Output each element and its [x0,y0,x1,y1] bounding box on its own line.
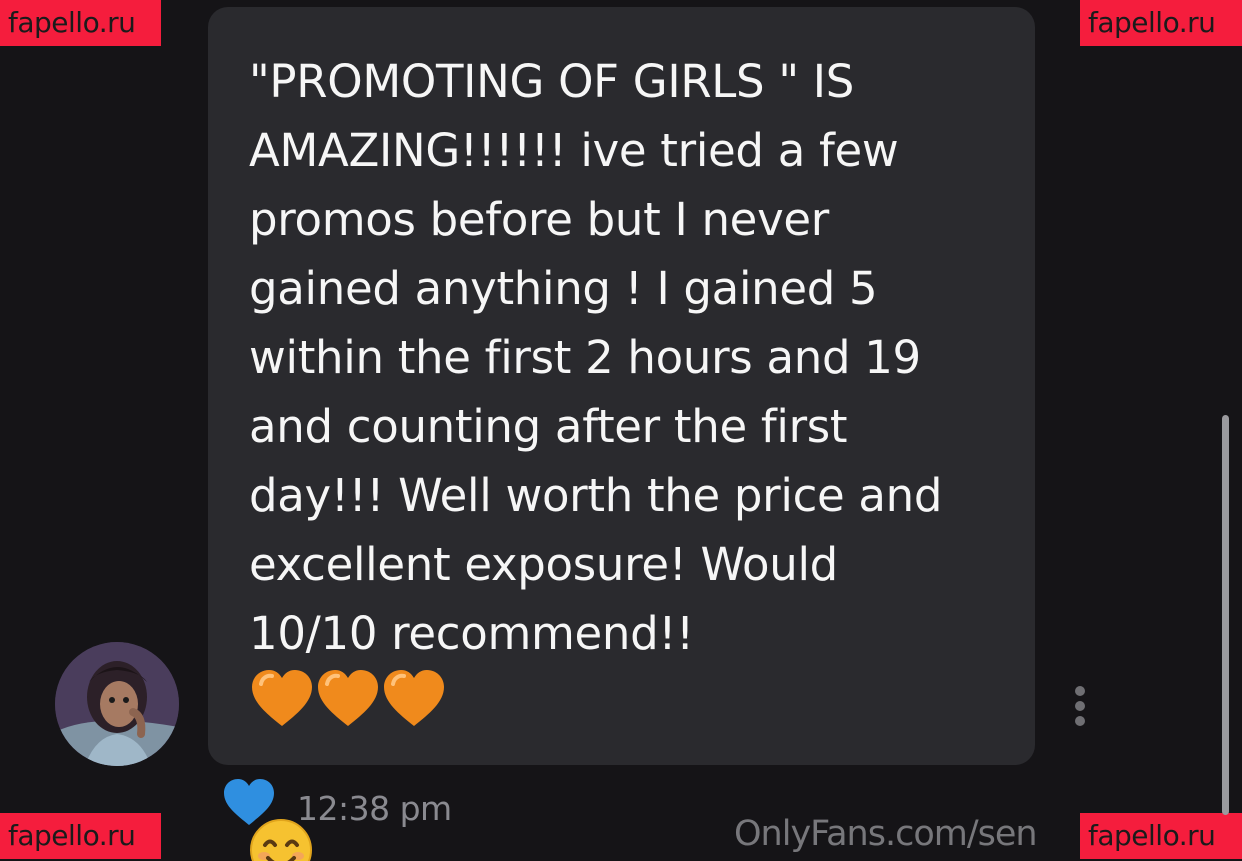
watermark-bottom-right: fapello.ru [1080,813,1242,859]
message-text: "PROMOTING OF GIRLS " IS AMAZING!!!!!! i… [249,55,943,660]
like-heart-icon[interactable] [222,778,276,828]
orange-heart-icon [315,668,381,749]
orange-heart-icon [381,668,447,749]
url-watermark: OnlyFans.com/sen [734,814,1038,854]
message-bubble[interactable]: "PROMOTING OF GIRLS " IS AMAZING!!!!!! i… [208,7,1035,861]
avatar[interactable] [55,642,179,766]
scrollbar[interactable] [1222,415,1229,815]
watermark-top-right: fapello.ru [1080,0,1242,46]
chat-screen: fapello.ru fapello.ru "PROMOTING OF GIRL… [0,0,1242,861]
watermark-bottom-left: fapello.ru [0,813,161,859]
orange-heart-icon [249,668,315,749]
message-timestamp: 12:38 pm [297,789,452,828]
watermark-top-left: fapello.ru [0,0,161,46]
message-text-block: "PROMOTING OF GIRLS " IS AMAZING!!!!!! i… [249,47,1009,861]
more-options-icon[interactable] [1068,684,1092,728]
